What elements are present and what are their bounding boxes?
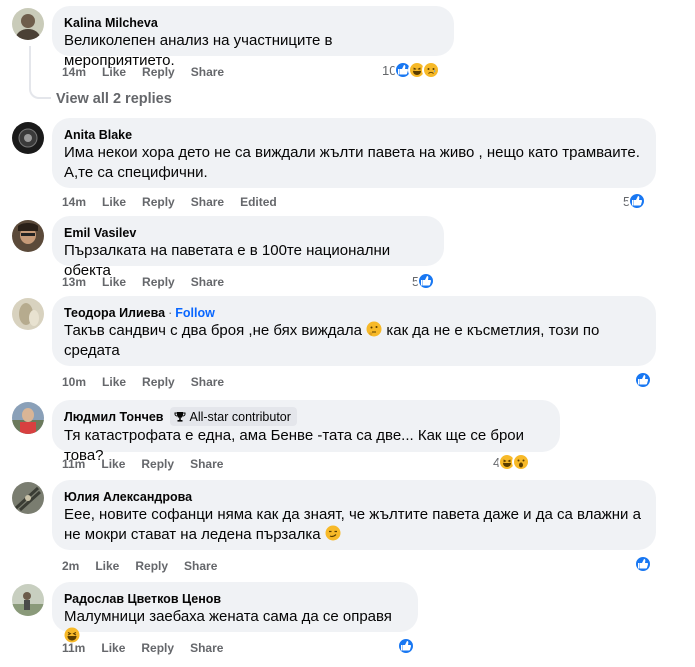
trophy-icon xyxy=(174,411,185,422)
sad-reaction-icon xyxy=(422,61,441,79)
timestamp[interactable]: 10m xyxy=(62,375,86,389)
like-button[interactable]: Like xyxy=(102,375,126,389)
reply-button[interactable]: Reply xyxy=(142,375,175,389)
like-reaction-icon xyxy=(634,555,652,573)
like-reaction-icon xyxy=(397,637,415,655)
reply-button[interactable]: Reply xyxy=(135,559,168,573)
reply-thread-line xyxy=(29,46,51,99)
comment-text-part: не мокри стават на ледена пързалка xyxy=(64,526,321,543)
comment-actions: 14m Like Reply Share Edited xyxy=(62,195,293,209)
follow-button[interactable]: Follow xyxy=(175,306,215,320)
author-name[interactable]: Теодора Илиева xyxy=(64,306,165,320)
like-button[interactable]: Like xyxy=(102,195,126,209)
like-button[interactable]: Like xyxy=(102,65,126,79)
reactions[interactable]: 5 xyxy=(412,272,436,290)
author-name[interactable]: Юлия Александрова xyxy=(64,490,192,504)
like-reaction-icon xyxy=(634,371,652,389)
view-replies-link[interactable]: View all 2 replies xyxy=(56,91,172,107)
reactions[interactable] xyxy=(634,555,652,573)
comment-actions: 2m Like Reply Share xyxy=(62,559,233,573)
thinking-face-emoji-icon xyxy=(366,321,382,337)
reactions[interactable]: 4 xyxy=(493,453,531,471)
comment-bubble: Теодора Илиева · Follow Такъв сандвич с … xyxy=(52,296,656,366)
timestamp[interactable]: 11m xyxy=(62,641,85,655)
all-star-contributor-badge[interactable]: All-star contributor xyxy=(169,407,297,426)
like-button[interactable]: Like xyxy=(101,457,125,471)
share-button[interactable]: Share xyxy=(191,375,224,389)
like-reaction-icon xyxy=(628,192,647,210)
comment: Emil Vasilev Пързалката на паветата е в … xyxy=(12,216,695,294)
timestamp[interactable]: 14m xyxy=(62,195,86,209)
author-name[interactable]: Радослав Цветков Ценов xyxy=(64,592,221,606)
comment-bubble: Юлия Александрова Еее, новите софанци ня… xyxy=(52,480,656,550)
comment-text-part: Такъв сандвич с два броя ,не бях виждала xyxy=(64,322,362,339)
smirk-face-emoji-icon xyxy=(325,525,341,541)
like-button[interactable]: Like xyxy=(101,641,125,655)
timestamp[interactable]: 11m xyxy=(62,457,85,471)
comment-actions: 13m Like Reply Share xyxy=(62,275,240,289)
comment: Юлия Александрова Еее, новите софанци ня… xyxy=(12,480,695,580)
wow-reaction-icon xyxy=(512,453,531,471)
timestamp[interactable]: 13m xyxy=(62,275,86,289)
comment-text-line: Еее, новите софанци няма как да знаят, ч… xyxy=(64,506,641,523)
reply-button[interactable]: Reply xyxy=(142,65,175,79)
like-reaction-icon xyxy=(417,272,436,290)
like-button[interactable]: Like xyxy=(102,275,126,289)
comment-actions: 11m Like Reply Share xyxy=(62,457,239,471)
share-button[interactable]: Share xyxy=(191,195,224,209)
reply-button[interactable]: Reply xyxy=(141,457,174,471)
share-button[interactable]: Share xyxy=(191,275,224,289)
comment-text-line: Такъв сандвич с два броя ,не бях виждала… xyxy=(64,321,644,341)
comment-text-line: не мокри стават на ледена пързалка xyxy=(64,525,644,545)
reactions[interactable]: 5 xyxy=(623,192,647,210)
author-name[interactable]: Kalina Milcheva xyxy=(64,16,158,30)
comment-text-line: А,те са специфични. xyxy=(64,164,208,181)
reactions[interactable] xyxy=(397,637,415,655)
timestamp[interactable]: 14m xyxy=(62,65,86,79)
author-name[interactable]: Emil Vasilev xyxy=(64,226,136,240)
comment-actions: 11m Like Reply Share xyxy=(62,641,239,655)
comment-bubble: Радослав Цветков Ценов Малумници заебаха… xyxy=(52,582,418,643)
comment: Kalina Milcheva Великолепен анализ на уч… xyxy=(12,6,695,116)
comment-bubble: Людмил Тончев All-star contributor Тя ка… xyxy=(52,400,560,464)
reactions[interactable] xyxy=(634,371,652,389)
comment-text-part: как да не е късметлия, този по xyxy=(386,322,600,339)
author-name[interactable]: Людмил Тончев xyxy=(64,410,164,424)
reactions[interactable]: 10 xyxy=(382,61,441,79)
avatar[interactable] xyxy=(12,584,44,616)
comment-bubble: Anita Blake Има некои хора дето не са ви… xyxy=(52,118,656,188)
share-button[interactable]: Share xyxy=(190,641,223,655)
comment-text-line: средата xyxy=(64,342,120,359)
comment-text-part: Малумници заебаха жената сама да се опра… xyxy=(64,608,392,625)
like-button[interactable]: Like xyxy=(95,559,119,573)
share-button[interactable]: Share xyxy=(190,457,223,471)
badge-label: All-star contributor xyxy=(189,409,291,424)
comment: Anita Blake Има некои хора дето не са ви… xyxy=(12,118,695,213)
reply-button[interactable]: Reply xyxy=(141,641,174,655)
author-name[interactable]: Anita Blake xyxy=(64,128,132,142)
reply-button[interactable]: Reply xyxy=(142,275,175,289)
comment: Людмил Тончев All-star contributor Тя ка… xyxy=(12,400,695,480)
avatar[interactable] xyxy=(12,482,44,514)
timestamp[interactable]: 2m xyxy=(62,559,79,573)
comment-bubble: Emil Vasilev Пързалката на паветата е в … xyxy=(52,216,444,279)
avatar[interactable] xyxy=(12,122,44,154)
separator-dot: · xyxy=(168,305,173,320)
edited-label: Edited xyxy=(240,195,277,209)
avatar[interactable] xyxy=(12,298,44,330)
comment-bubble: Kalina Milcheva Великолепен анализ на уч… xyxy=(52,6,454,69)
avatar[interactable] xyxy=(12,402,44,434)
comment-text-line: Има некои хора дето не са виждали жълти … xyxy=(64,144,640,161)
avatar[interactable] xyxy=(12,220,44,252)
comment-actions: 10m Like Reply Share xyxy=(62,375,240,389)
avatar[interactable] xyxy=(12,8,44,40)
share-button[interactable]: Share xyxy=(191,65,224,79)
comment: Теодора Илиева · Follow Такъв сандвич с … xyxy=(12,296,695,396)
share-button[interactable]: Share xyxy=(184,559,217,573)
comment: Радослав Цветков Ценов Малумници заебаха… xyxy=(12,582,695,664)
reply-button[interactable]: Reply xyxy=(142,195,175,209)
comment-actions: 14m Like Reply Share xyxy=(62,65,240,79)
